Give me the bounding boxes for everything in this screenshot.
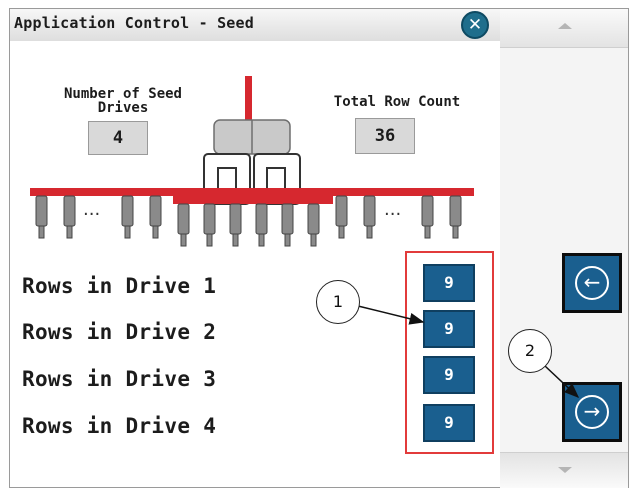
callout-leaders	[357, 305, 580, 399]
callout-2: 2	[508, 329, 552, 373]
callout-1: 1	[316, 280, 360, 324]
callout-2-leader	[544, 365, 580, 399]
callout-1-leader	[357, 305, 425, 325]
